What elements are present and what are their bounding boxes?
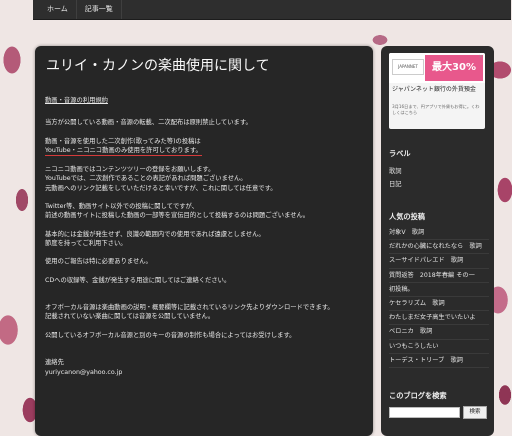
ad-title[interactable]: ジャパンネット銀行の外貨預金 (392, 86, 482, 94)
post-line: 節度を持ってご利用下さい。 (45, 239, 127, 247)
section-heading: 動画・音源の利用規約 (45, 97, 108, 104)
post-line (45, 220, 365, 229)
sidebar: JAPANNET 最大30% ✕ ジャパンネット銀行の外貨預金 3月16日まで、… (381, 46, 494, 436)
highlighted-text: YouTube・ニコニコ動画のみ使用を許可しております。 (45, 146, 202, 157)
popular-posts-title: 人気の投稿 (389, 212, 425, 221)
post-line: 記載されていない楽曲に関しては音源を公開していません。 (45, 313, 215, 321)
popular-post-item[interactable]: トーデス・トリーブ 歌詞 (389, 354, 489, 369)
label-link-diary[interactable]: 日記 (389, 179, 402, 188)
post-line: 当方が公開している動画・音源の転載、二次配布は原則禁止しています。 (45, 119, 252, 127)
ad-close-icon[interactable]: ✕ (479, 54, 483, 60)
nav-home-link[interactable]: ホーム (33, 0, 77, 19)
post-line (45, 340, 365, 349)
search-input[interactable] (389, 407, 460, 418)
post-line: Twitter等、動画サイト以外での投稿に関してですが、 (45, 203, 199, 211)
blog-search-title: このブログを検索 (389, 391, 447, 400)
post-line: 使用のご報告は特に必要ありません。 (45, 258, 152, 266)
post-line: オフボーカル音源は楽曲動画の説明・概要欄等に記載されているリンク先よりダウンロー… (45, 304, 334, 312)
popular-post-item[interactable]: 質問返答 2018年春編 その一 (389, 269, 489, 283)
search-button[interactable]: 検索 (463, 406, 487, 419)
top-navbar: ホーム 記事一覧 (33, 0, 511, 20)
post-line (45, 266, 365, 275)
post-container: ユリイ・カノンの楽曲使用に関して 動画・音源の利用規約 当方が公開している動画・… (35, 46, 373, 436)
popular-post-item[interactable]: ケセラリズム 歌詞 (389, 297, 489, 312)
post-line-highlighted: YouTube・ニコニコ動画のみ使用を許可しております。 (45, 146, 365, 157)
contact-label: 連絡先 (45, 359, 64, 367)
popular-post-item[interactable]: 対象V 歌詞 (389, 226, 489, 241)
ad-subtitle: 3月16日まで、円アプリで外貨もお得に。くわしくはこちら (392, 104, 480, 115)
popular-post-item[interactable]: だれかの心臓になれたなら 歌詞 (389, 240, 489, 255)
popular-post-item[interactable]: わたしまだ女子高生でいたいよ (389, 311, 489, 326)
ad-logo: JAPANNET (392, 59, 424, 75)
ad-promo: 最大30% (425, 55, 483, 81)
ad-banner[interactable]: JAPANNET 最大30% ✕ ジャパンネット銀行の外貨預金 3月16日まで、… (389, 53, 485, 129)
post-line (45, 322, 365, 331)
post-line (45, 285, 365, 294)
post-line (45, 156, 365, 165)
post-line: 公開しているオフボーカル音源と別のキーの音源の制作も場合によってはお受けします。 (45, 331, 296, 339)
popular-posts-list: 対象V 歌詞 だれかの心臓になれたなら 歌詞 スーサイドパレエド 歌詞 質問返答… (389, 226, 489, 369)
post-line: YouTubeでは、二次創作であることの表記があれば問題ございません。 (45, 175, 247, 183)
post-body: 動画・音源の利用規約 当方が公開している動画・音源の転載、二次配布は原則禁止して… (45, 96, 365, 377)
post-line: 基本的には金銭が発生せず、良識の範囲内での使用であれば遠慮としません。 (45, 230, 265, 238)
post-line (45, 127, 365, 136)
post-line (45, 193, 365, 202)
post-line (45, 294, 365, 303)
post-line: 前述の動画サイトに投稿した動画の一部等を宣伝目的として投稿するのは問題ございませ… (45, 212, 310, 220)
post-line (45, 248, 365, 257)
post-line: ニコニコ動画ではコンテンツツリーの登録をお願いします。 (45, 166, 215, 174)
post-line: CDへの収録等、金銭が発生する用途に関してはご連絡ください。 (45, 276, 231, 284)
post-title: ユリイ・カノンの楽曲使用に関して (46, 58, 270, 74)
popular-post-item[interactable]: 初投稿。 (389, 283, 489, 298)
label-link-lyrics[interactable]: 歌詞 (389, 166, 402, 175)
nav-archive-link[interactable]: 記事一覧 (77, 0, 122, 19)
post-line: 動画・音源を使用した二次創作(歌ってみた等)の投稿は (45, 137, 201, 145)
labels-title: ラベル (389, 149, 411, 158)
contact-email[interactable]: yuriycanon@yahoo.co.jp (45, 368, 365, 377)
post-line (45, 349, 365, 358)
popular-post-item[interactable]: ベロニカ 歌詞 (389, 325, 489, 340)
popular-post-item[interactable]: スーサイドパレエド 歌詞 (389, 254, 489, 269)
post-line: 元動画へのリンク記載をしていただけると幸いですが、これに関しては任意です。 (45, 184, 277, 192)
popular-post-item[interactable]: いつもこうしたい (389, 340, 489, 354)
ad-image[interactable]: JAPANNET 最大30% (389, 53, 485, 83)
